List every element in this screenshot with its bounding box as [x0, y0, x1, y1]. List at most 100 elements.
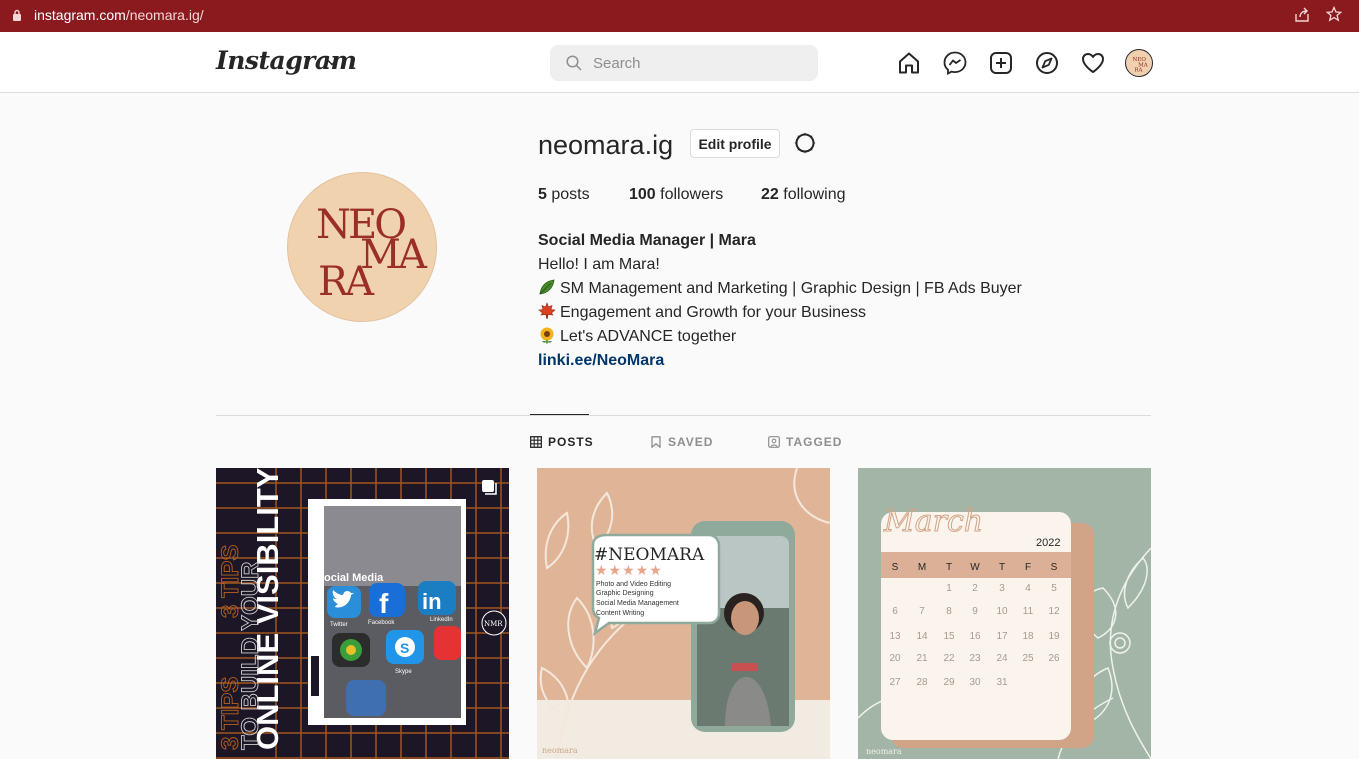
profile-avatar[interactable]: NEO MA RA	[1125, 49, 1153, 77]
search-box[interactable]	[550, 45, 818, 81]
tab-posts[interactable]: POSTS	[530, 435, 594, 449]
activity-heart-icon[interactable]	[1081, 51, 1105, 75]
following-count: 22	[761, 186, 779, 203]
calendar-date: 15	[943, 631, 955, 642]
calendar-date: 23	[969, 653, 981, 664]
post-1-badge: NMR	[484, 620, 503, 628]
calendar-date: 18	[1022, 631, 1034, 642]
followers-stat[interactable]: 100 followers	[629, 186, 723, 204]
calendar-date: 22	[943, 653, 955, 664]
bio-line-3-text: Engagement and Growth for your Business	[560, 304, 866, 321]
bio-line-4: Let's ADVANCE together	[538, 325, 1022, 349]
post-2-footer: neomara	[542, 746, 578, 755]
svg-text:in: in	[422, 589, 442, 614]
home-icon[interactable]	[897, 51, 921, 75]
edit-profile-button[interactable]: Edit profile	[690, 129, 780, 158]
calendar-date: 26	[1048, 653, 1060, 664]
tabs-divider	[216, 415, 1151, 416]
svg-text:S: S	[400, 640, 409, 656]
calendar-date: 2	[972, 583, 978, 594]
post-3-month: March	[883, 504, 983, 539]
followers-count: 100	[629, 186, 656, 203]
calendar-date: 10	[996, 606, 1008, 617]
bio-line-3: Engagement and Growth for your Business	[538, 301, 1022, 325]
leaf-emoji-icon	[539, 279, 555, 295]
post-thumbnail-2[interactable]: #NEOMARA ★★★★★ Photo and Video Editing G…	[537, 468, 830, 759]
tab-tagged[interactable]: TAGGED	[768, 435, 842, 449]
profile-picture[interactable]: NEO MA RA	[287, 172, 437, 322]
posts-count: 5	[538, 186, 547, 203]
calendar-date: 8	[946, 606, 952, 617]
tab-saved-label: SAVED	[668, 435, 714, 449]
bio-link[interactable]: linki.ee/NeoMara	[538, 352, 664, 369]
tagged-user-icon	[768, 436, 780, 448]
bookmark-star-icon[interactable]	[1326, 6, 1342, 22]
profile-username: neomara.ig	[538, 130, 674, 160]
post-3-year: 2022	[1036, 537, 1060, 549]
url-domain: instagram.com	[34, 7, 126, 23]
calendar-date: 27	[889, 677, 901, 688]
posts-stat: 5 posts	[538, 186, 590, 204]
top-navigation: Instagram NEO MA RA	[0, 32, 1359, 93]
share-icon[interactable]	[1294, 7, 1310, 23]
calendar-date: 17	[996, 631, 1008, 642]
post-3-image: March 2022 SMTWTFS 1 2 3 4 56 7 8 9 10 11 1213 14 15…	[858, 468, 1151, 759]
following-label: following	[783, 186, 846, 203]
post-2-image: #NEOMARA ★★★★★ Photo and Video Editing G…	[537, 468, 830, 759]
post-1-app-linkedin: LinkedIn	[430, 617, 453, 623]
tab-tagged-label: TAGGED	[786, 435, 843, 449]
settings-gear-icon[interactable]	[793, 131, 817, 155]
calendar-date: 21	[916, 653, 928, 664]
svg-text:RA: RA	[1134, 67, 1143, 73]
browser-address-bar: instagram.com/neomara.ig/	[0, 0, 1359, 32]
weekday-label: M	[918, 562, 926, 573]
calendar-date: 20	[889, 653, 901, 664]
url-text[interactable]: instagram.com/neomara.ig/	[34, 7, 204, 23]
calendar-date: 5	[1051, 583, 1057, 594]
chevron-down-icon[interactable]	[326, 58, 338, 66]
calendar-date: 19	[1048, 631, 1060, 642]
calendar-date: 7	[919, 606, 925, 617]
calendar-date: 16	[969, 631, 981, 642]
post-1-app-facebook: Facebook	[368, 620, 395, 626]
new-post-icon[interactable]	[989, 51, 1013, 75]
lock-icon	[13, 9, 21, 21]
post-3-footer: neomara	[866, 747, 902, 756]
neomara-logo: NEO MA RA	[316, 202, 431, 305]
maple-leaf-emoji-icon	[538, 302, 556, 319]
weekday-label: F	[1025, 562, 1031, 573]
search-input[interactable]	[593, 53, 803, 73]
profile-bio: Social Media Manager | Mara Hello! I am …	[538, 229, 1022, 373]
post-2-service-4: Content Writing	[596, 610, 644, 617]
post-2-service-1: Photo and Video Editing	[596, 581, 671, 588]
post-1-app-skype: Skype	[395, 669, 412, 675]
post-1-image: ocial Media Twitter f Facebook in Linked…	[216, 468, 509, 759]
bio-line-1: Hello! I am Mara!	[538, 256, 660, 273]
post-thumbnail-3[interactable]: March 2022 SMTWTFS 1 2 3 4 5 6 7 8 9 10 11 12 13 14 15…	[858, 468, 1151, 759]
bio-line-4-text: Let's ADVANCE together	[560, 328, 737, 345]
post-thumbnail-1[interactable]: ocial Media Twitter f Facebook in Linked…	[216, 468, 509, 759]
calendar-date: 28	[916, 677, 928, 688]
svg-text:★★★★★: ★★★★★	[595, 563, 663, 579]
following-stat[interactable]: 22 following	[761, 186, 846, 204]
posts-label: posts	[551, 186, 590, 203]
calendar-date: 30	[969, 677, 981, 688]
explore-icon[interactable]	[1035, 51, 1059, 75]
tab-posts-label: POSTS	[548, 435, 594, 449]
post-2-hashtag: #NEOMARA	[594, 545, 705, 565]
post-2-service-3: Social Media Management	[596, 600, 679, 607]
weekday-label: T	[946, 562, 952, 573]
avatar-mini-logo: NEO MA RA	[1133, 57, 1149, 73]
bio-line-2: SM Management and Marketing | Graphic De…	[538, 277, 1022, 301]
weekday-label: S	[892, 562, 899, 573]
svg-text:f: f	[379, 588, 389, 619]
calendar-date: 24	[996, 653, 1008, 664]
calendar-date: 25	[1022, 653, 1034, 664]
calendar-date: 31	[996, 677, 1008, 688]
calendar-date: 9	[972, 606, 978, 617]
calendar-date: 29	[943, 677, 955, 688]
weekday-label: T	[999, 562, 1005, 573]
messenger-icon[interactable]	[943, 51, 967, 75]
tab-saved[interactable]: SAVED	[650, 435, 713, 449]
calendar-date: 3	[999, 583, 1005, 594]
